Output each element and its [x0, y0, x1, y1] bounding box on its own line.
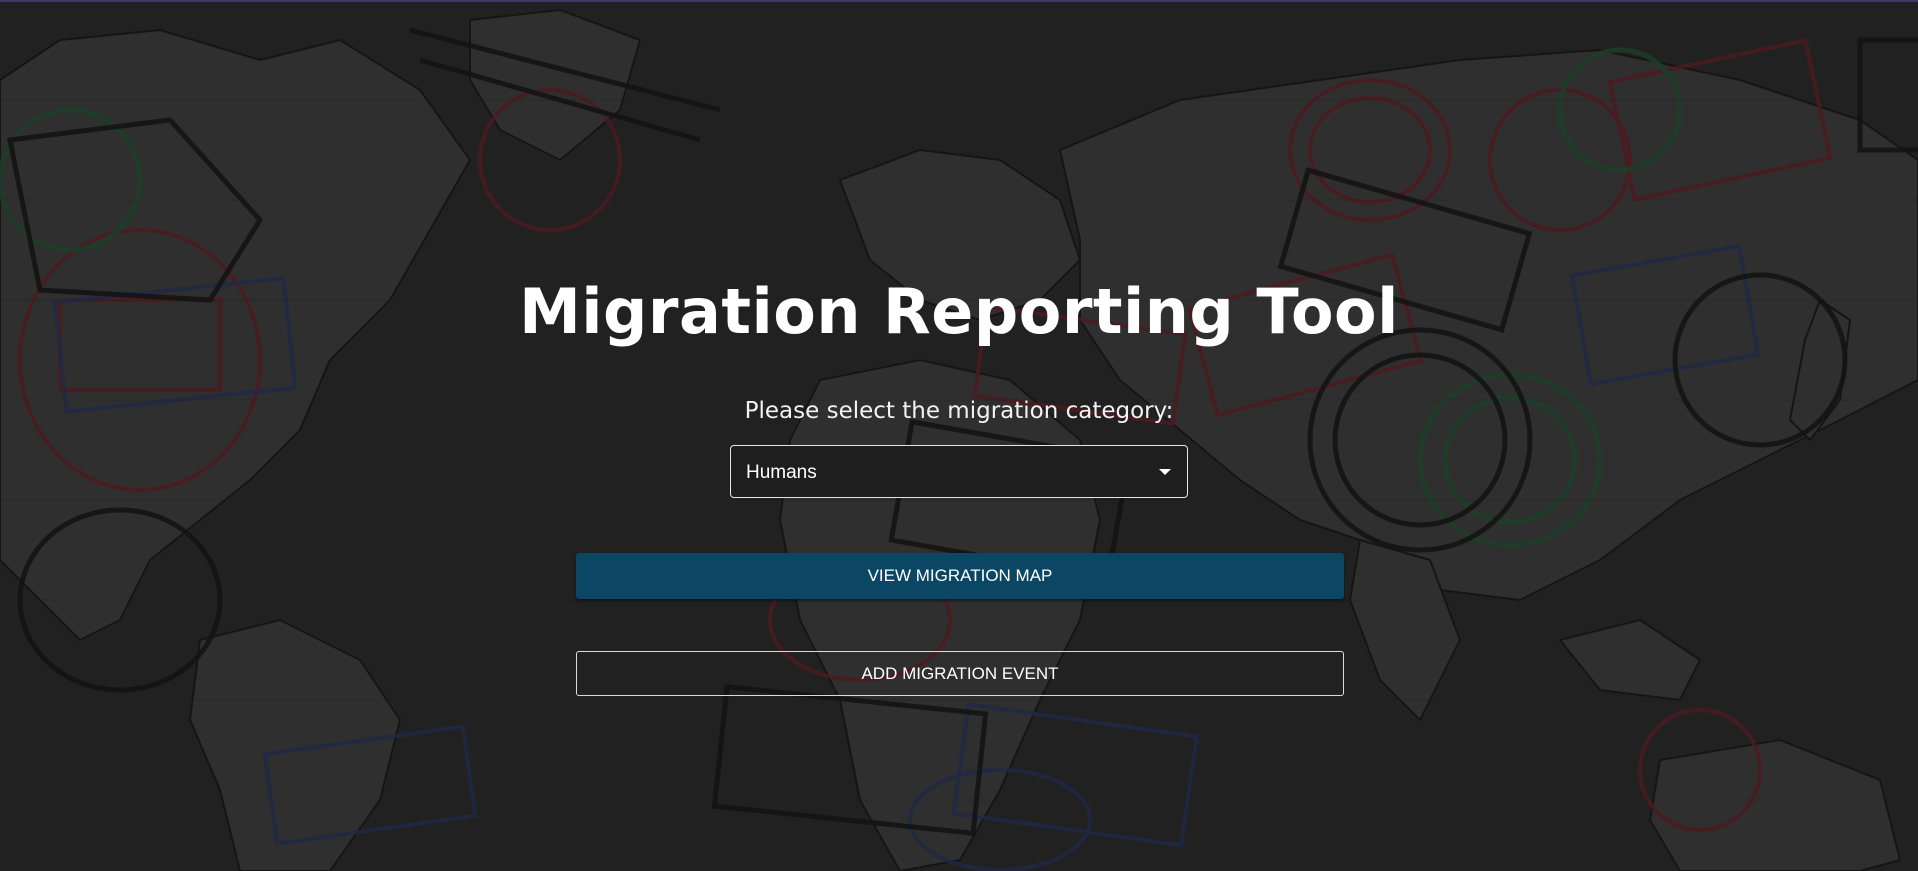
window-top-border	[0, 0, 1918, 2]
migration-category-select[interactable]: Humans	[730, 445, 1188, 498]
dropdown-arrow-icon	[1159, 469, 1171, 475]
page-title: Migration Reporting Tool	[519, 275, 1399, 348]
view-migration-map-button[interactable]: VIEW MIGRATION MAP	[576, 553, 1344, 599]
category-prompt: Please select the migration category:	[744, 398, 1174, 424]
add-migration-event-button[interactable]: ADD MIGRATION EVENT	[576, 651, 1344, 696]
selected-category: Humans	[746, 462, 817, 483]
main-content: Migration Reporting Tool Please select t…	[0, 0, 1918, 871]
